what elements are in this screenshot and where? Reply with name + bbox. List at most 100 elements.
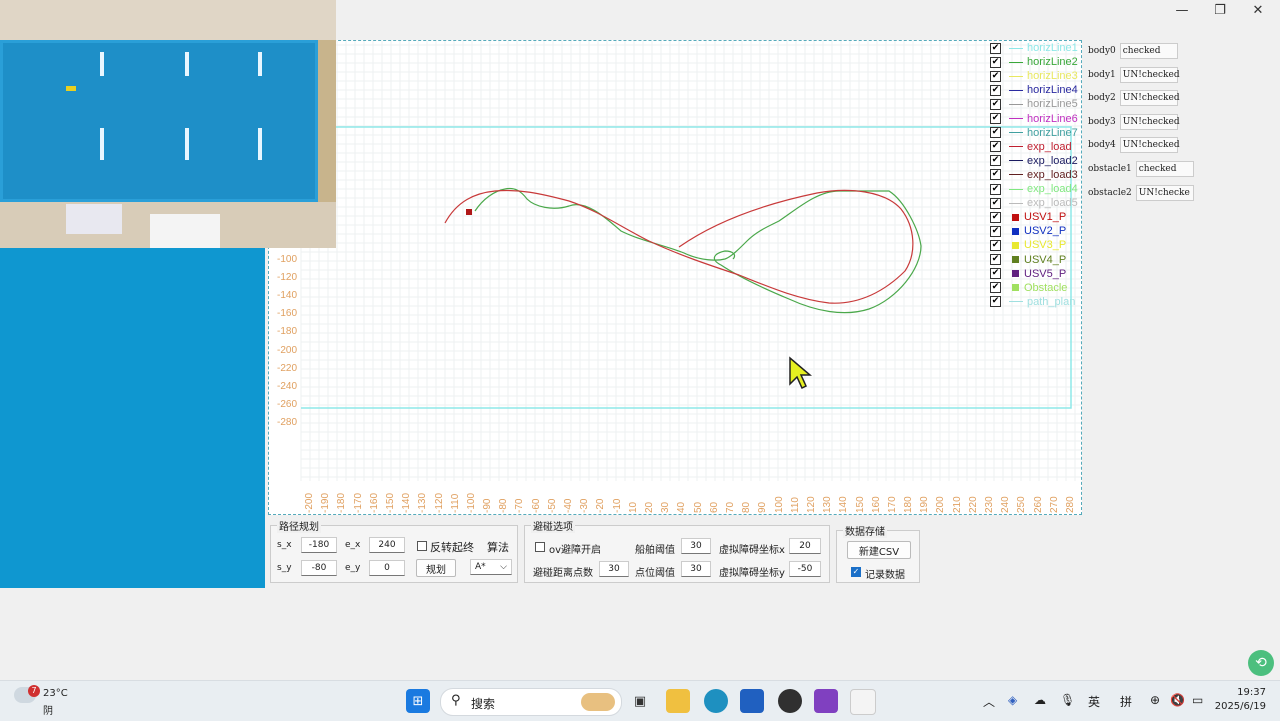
new-csv-button[interactable]: 新建CSV <box>847 541 911 559</box>
file-explorer-icon[interactable] <box>666 689 690 713</box>
ship-threshold-input[interactable]: 30 <box>681 538 711 554</box>
legend-checkbox[interactable]: ✔ <box>990 113 1001 124</box>
legend-checkbox[interactable]: ✔ <box>990 225 1001 237</box>
legend-checkbox[interactable]: ✔ <box>990 268 1001 280</box>
legend-checkbox[interactable]: ✔ <box>990 169 1001 181</box>
legend-item[interactable]: ✔ horizLine2 <box>990 55 1078 69</box>
virtual-obstacle-y-input[interactable]: -50 <box>789 561 821 577</box>
ov-avoid-checkbox[interactable] <box>535 542 545 552</box>
legend-checkbox[interactable]: ✔ <box>990 211 1001 223</box>
y-tick-label: -180 <box>276 326 297 338</box>
battery-icon[interactable]: ▭ <box>1192 693 1203 707</box>
tray-overflow-chevron-icon[interactable]: ︿ <box>983 693 995 710</box>
legend-item[interactable]: ✔ exp_load2 <box>990 154 1078 168</box>
legend-item[interactable]: ✔ USV3_P <box>990 238 1066 252</box>
legend-item[interactable]: ✔ horizLine4 <box>990 83 1078 97</box>
ime-language[interactable]: 英 <box>1088 693 1100 710</box>
legend-item[interactable]: ✔ horizLine5 <box>990 97 1078 111</box>
ime-mode[interactable]: 拼 <box>1120 693 1132 710</box>
defender-shield-icon[interactable]: ◈ <box>1008 693 1017 707</box>
y-tick-label: -260 <box>276 398 297 410</box>
clock-time[interactable]: 19:37 <box>1226 687 1266 698</box>
running-app-icon[interactable] <box>850 689 876 715</box>
x-tick-label: 130 <box>822 496 834 513</box>
usv1-position-marker <box>466 209 472 215</box>
edge-browser-icon[interactable] <box>704 689 728 713</box>
virtual-obstacle-x-input[interactable]: 20 <box>789 538 821 554</box>
x-tick-label: -180 <box>336 492 348 513</box>
legend-item[interactable]: ✔ horizLine7 <box>990 126 1078 140</box>
legend-checkbox[interactable]: ✔ <box>990 42 1001 54</box>
legend-item[interactable]: ✔ horizLine6 <box>990 112 1078 126</box>
algorithm-select[interactable]: A* ⌵ <box>470 559 512 575</box>
legend-item[interactable]: ✔ exp_load3 <box>990 168 1078 182</box>
weather-temp[interactable]: 23°C <box>43 688 68 699</box>
ex-input[interactable]: 240 <box>369 537 405 553</box>
close-button[interactable]: ✕ <box>1238 0 1278 20</box>
visual-studio-icon[interactable] <box>814 689 838 713</box>
legend-item[interactable]: ✔ exp_load <box>990 140 1072 154</box>
body-toggle-button[interactable]: UN!checked <box>1119 137 1180 154</box>
search-box[interactable]: ⚲ 搜索 <box>440 688 622 716</box>
clock-date[interactable]: 2025/6/19 <box>1214 701 1266 712</box>
trajectory-plot[interactable]: -100 -120 -140 -160 -180 -200 -220 -240 -260 -280… <box>268 40 1082 515</box>
legend-item[interactable]: ✔ exp_load5 <box>990 196 1078 210</box>
legend-item[interactable]: ✔ USV4_P <box>990 253 1066 267</box>
restore-button[interactable]: ❐ <box>1200 0 1240 20</box>
legend-checkbox[interactable]: ✔ <box>990 296 1001 308</box>
microphone-icon[interactable]: 🎙 <box>1060 693 1075 707</box>
plan-button[interactable]: 规划 <box>416 559 456 577</box>
body-toggle-button[interactable]: UN!checked <box>1119 90 1180 107</box>
legend-checkbox[interactable]: ✔ <box>990 254 1001 265</box>
legend-item[interactable]: ✔ exp_load4 <box>990 182 1078 196</box>
legend-checkbox[interactable]: ✔ <box>990 56 1001 68</box>
cloud-sync-icon[interactable]: ☁ <box>1034 693 1046 707</box>
sy-input[interactable]: -80 <box>301 560 337 576</box>
minimize-button[interactable]: — <box>1162 0 1202 20</box>
task-view-icon[interactable]: ▣ <box>628 689 652 713</box>
body-toggle-button[interactable]: UN!checked <box>1119 66 1180 83</box>
body-toggle-button[interactable]: UN!checked <box>1119 113 1180 130</box>
body-toggle-button[interactable]: checked <box>1135 161 1194 177</box>
legend-checkbox[interactable]: ✔ <box>990 98 1001 110</box>
body-row: body0 checked <box>1088 43 1178 59</box>
distance-points-input[interactable]: 30 <box>599 561 629 577</box>
legend-item[interactable]: ✔ path_plan <box>990 295 1075 309</box>
legend-item[interactable]: ✔ horizLine1 <box>990 41 1078 55</box>
legend-checkbox[interactable]: ✔ <box>990 70 1001 82</box>
legend-item[interactable]: ✔ horizLine3 <box>990 69 1078 83</box>
legend-checkbox[interactable]: ✔ <box>990 239 1001 251</box>
legend-checkbox[interactable]: ✔ <box>990 141 1001 153</box>
legend-item[interactable]: ✔ Obstacle <box>990 281 1067 295</box>
legend-swatch <box>1009 188 1023 190</box>
x-tick-label: 250 <box>1016 496 1028 513</box>
legend-checkbox[interactable]: ✔ <box>990 155 1001 167</box>
x-tick-label: -70 <box>514 498 526 513</box>
collision-title: 避碰选项 <box>531 518 575 533</box>
volume-muted-icon[interactable]: 🔇 <box>1170 693 1185 707</box>
sx-input[interactable]: -180 <box>301 537 337 553</box>
record-data-checkbox[interactable]: ✓ <box>851 567 861 577</box>
legend-checkbox[interactable]: ✔ <box>990 127 1001 139</box>
body-toggle-button[interactable]: UN!checke <box>1135 184 1194 201</box>
camera-object <box>66 204 122 234</box>
reverse-checkbox[interactable] <box>417 541 427 551</box>
body-toggle-button[interactable]: checked <box>1119 43 1178 59</box>
legend-item[interactable]: ✔ USV1_P <box>990 210 1066 224</box>
virtual-obstacle-y-label: 虚拟障碍坐标y <box>719 568 785 579</box>
legend-checkbox[interactable]: ✔ <box>990 84 1001 96</box>
store-icon[interactable] <box>740 689 764 713</box>
floating-app-icon[interactable]: ⟲ <box>1248 650 1274 676</box>
legend-checkbox[interactable]: ✔ <box>990 197 1001 209</box>
point-threshold-input[interactable]: 30 <box>681 561 711 577</box>
legend-item[interactable]: ✔ USV5_P <box>990 267 1066 281</box>
legend-label: horizLine4 <box>1027 84 1078 97</box>
obs-recorder-icon[interactable] <box>778 689 802 713</box>
start-windows-icon[interactable]: ⊞ <box>406 689 430 713</box>
legend-checkbox[interactable]: ✔ <box>990 183 1001 195</box>
legend-item[interactable]: ✔ USV2_P <box>990 224 1066 238</box>
ey-input[interactable]: 0 <box>369 560 405 576</box>
legend-checkbox[interactable]: ✔ <box>990 282 1001 294</box>
legend-label: horizLine3 <box>1027 70 1078 83</box>
network-globe-icon[interactable]: ⊕ <box>1150 693 1160 707</box>
